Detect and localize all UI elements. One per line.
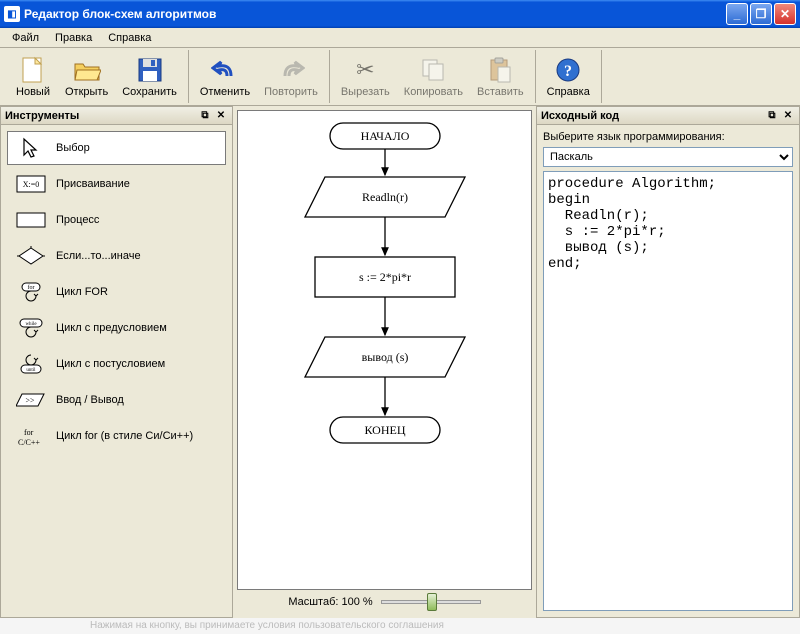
window-buttons: _ ❐ ✕ [726,3,796,25]
menu-help[interactable]: Справка [100,30,159,46]
svg-text:for: for [28,284,35,291]
until-loop-icon: until [16,354,46,374]
io-icon: >> [16,390,46,410]
app-icon: ◧ [4,6,20,22]
save-floppy-icon [136,56,164,84]
c-for-icon: forC/C++ [16,426,46,446]
canvas-panel: НАЧАЛО Readln(r) s := 2*pi*r вывод (s) К… [233,106,536,618]
for-loop-icon: for [16,282,46,302]
save-button[interactable]: Сохранить [115,51,184,103]
copy-button[interactable]: Копировать [397,51,470,103]
toolbar: Новый Открыть Сохранить Отменить Повтори… [0,48,800,106]
panel-float-icon[interactable]: ⧉ [765,109,779,123]
decision-icon [16,246,46,266]
cursor-icon [16,138,46,158]
tool-assignment[interactable]: X:=0 Присваивание [7,167,226,201]
source-panel-title: Исходный код [541,110,763,122]
svg-text:НАЧАЛО: НАЧАЛО [360,129,409,143]
main-area: Инструменты ⧉ ✕ Выбор X:=0 Присваивание … [0,106,800,618]
svg-text:?: ? [564,63,572,80]
language-select[interactable]: Паскаль [543,147,793,167]
zoom-slider-thumb[interactable] [427,593,437,611]
flowchart-canvas[interactable]: НАЧАЛО Readln(r) s := 2*pi*r вывод (s) К… [237,110,532,590]
assignment-icon: X:=0 [16,174,46,194]
tool-while-loop[interactable]: while Цикл с предусловием [7,311,226,345]
cut-button[interactable]: ✂ Вырезать [334,51,397,103]
paste-button[interactable]: Вставить [470,51,531,103]
copy-icon [419,56,447,84]
open-button[interactable]: Открыть [58,51,115,103]
maximize-button[interactable]: ❐ [750,3,772,25]
svg-text:C/C++: C/C++ [18,438,40,447]
tools-panel: Инструменты ⧉ ✕ Выбор X:=0 Присваивание … [0,106,233,618]
svg-text:s := 2*pi*r: s := 2*pi*r [358,270,410,284]
redo-button[interactable]: Повторить [257,51,325,103]
undo-icon [211,56,239,84]
svg-text:вывод (s): вывод (s) [361,350,408,364]
undo-button[interactable]: Отменить [193,51,257,103]
svg-text:X:=0: X:=0 [23,180,40,189]
help-button[interactable]: ? Справка [540,51,597,103]
tools-list: Выбор X:=0 Присваивание Процесс Если...т… [1,125,232,617]
svg-text:until: until [26,368,36,373]
source-body: Выберите язык программирования: Паскаль … [537,125,799,617]
process-icon [16,210,46,230]
svg-text:КОНЕЦ: КОНЕЦ [364,423,405,437]
source-code-area[interactable]: procedure Algorithm; begin Readln(r); s … [543,171,793,611]
tool-select[interactable]: Выбор [7,131,226,165]
zoom-label: Масштаб: 100 % [288,596,372,608]
tool-process[interactable]: Процесс [7,203,226,237]
source-panel-header: Исходный код ⧉ ✕ [537,107,799,125]
redo-icon [277,56,305,84]
scissors-icon: ✂ [351,56,379,84]
svg-text:>>: >> [25,396,35,405]
tool-until-loop[interactable]: until Цикл с постусловием [7,347,226,381]
svg-text:while: while [25,322,37,327]
panel-close-icon[interactable]: ✕ [781,109,795,123]
source-panel: Исходный код ⧉ ✕ Выберите язык программи… [536,106,800,618]
close-button[interactable]: ✕ [774,3,796,25]
panel-float-icon[interactable]: ⧉ [198,109,212,123]
tool-for-loop[interactable]: for Цикл FOR [7,275,226,309]
tools-panel-title: Инструменты [5,110,196,122]
while-loop-icon: while [16,318,46,338]
lang-prompt-label: Выберите язык программирования: [543,131,793,143]
titlebar: ◧ Редактор блок-схем алгоритмов _ ❐ ✕ [0,0,800,28]
tool-c-for-loop[interactable]: forC/C++ Цикл for (в стиле Си/Си++) [7,419,226,453]
panel-close-icon[interactable]: ✕ [214,109,228,123]
svg-text:Readln(r): Readln(r) [362,190,408,204]
svg-text:for: for [24,428,34,437]
tools-panel-header: Инструменты ⧉ ✕ [1,107,232,125]
window-title: Редактор блок-схем алгоритмов [24,7,726,21]
help-icon: ? [554,56,582,84]
zoom-bar: Масштаб: 100 % [237,590,532,614]
open-folder-icon [73,56,101,84]
footer-text: Нажимая на кнопку, вы принимаете условия… [0,618,800,634]
tool-if-else[interactable]: Если...то...иначе [7,239,226,273]
paste-icon [486,56,514,84]
minimize-button[interactable]: _ [726,3,748,25]
menu-edit[interactable]: Правка [47,30,100,46]
menubar: Файл Правка Справка [0,28,800,48]
tool-io[interactable]: >> Ввод / Вывод [7,383,226,417]
new-file-icon [19,56,47,84]
new-button[interactable]: Новый [8,51,58,103]
zoom-slider[interactable] [381,600,481,604]
menu-file[interactable]: Файл [4,30,47,46]
